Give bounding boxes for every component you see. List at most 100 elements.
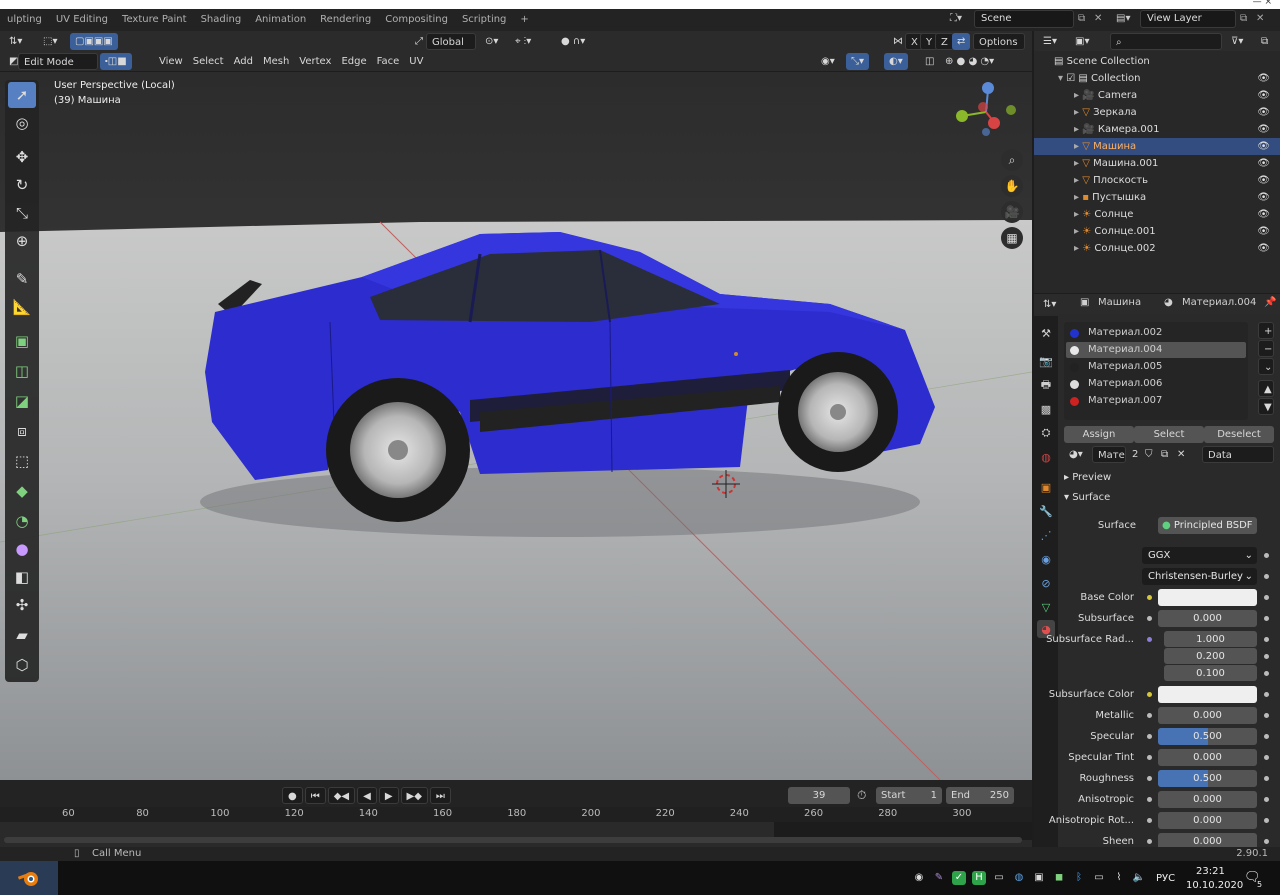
eye-icon[interactable]: 👁 bbox=[1257, 240, 1270, 257]
select-tool-icon[interactable]: ➚ bbox=[8, 82, 36, 108]
view-layer-delete-icon[interactable]: ✕ bbox=[1256, 13, 1264, 24]
outliner-item[interactable]: ▸ ▽ Машина 👁 bbox=[1034, 138, 1280, 155]
display-icon[interactable]: ▭ bbox=[992, 871, 1006, 885]
value-field[interactable]: 0.000 bbox=[1158, 707, 1257, 724]
material-slot[interactable]: Материал.004 bbox=[1066, 342, 1246, 358]
3d-viewport[interactable]: User Perspective (Local) (39) Машина ⌕ ✋… bbox=[0, 72, 1032, 780]
world-tab-icon[interactable]: ◍ bbox=[1037, 448, 1055, 466]
menu-view[interactable]: View bbox=[154, 53, 188, 70]
value-field[interactable]: 1.000 bbox=[1164, 631, 1257, 647]
socket-dot[interactable] bbox=[1147, 616, 1152, 621]
value-field[interactable]: 0.200 bbox=[1164, 648, 1257, 664]
play-icon[interactable]: ▶ bbox=[378, 787, 399, 804]
scene-field[interactable]: Scene bbox=[974, 10, 1074, 28]
measure-tool-icon[interactable]: 📐 bbox=[8, 294, 36, 320]
menu-edge[interactable]: Edge bbox=[336, 53, 371, 70]
workspace-tab[interactable]: ulpting bbox=[0, 9, 49, 31]
select-mode-icons[interactable]: ▢▣▣▣ bbox=[70, 33, 118, 50]
deselect-button[interactable]: Deselect bbox=[1204, 426, 1274, 443]
new-collection-icon[interactable]: ⧉ bbox=[1256, 33, 1273, 50]
view-layer-tab-icon[interactable]: ▩ bbox=[1037, 400, 1055, 418]
shrink-fatten-tool-icon[interactable]: ✣ bbox=[8, 592, 36, 618]
view-layer-new-icon[interactable]: ⧉ bbox=[1240, 13, 1247, 24]
view-layer-field[interactable]: View Layer bbox=[1140, 10, 1236, 28]
outliner-item[interactable]: ▸ ☀ Солнце.002 👁 bbox=[1034, 240, 1280, 257]
shear-tool-icon[interactable]: ▰ bbox=[8, 622, 36, 648]
workspace-tab[interactable]: Compositing bbox=[378, 9, 455, 31]
socket-dot[interactable] bbox=[1147, 692, 1152, 697]
scale-tool-icon[interactable]: ⤡ bbox=[8, 200, 36, 226]
move-slot-up-icon[interactable]: ▲ bbox=[1258, 380, 1274, 397]
menu-vertex[interactable]: Vertex bbox=[294, 53, 336, 70]
clock-time[interactable]: 23:21 bbox=[1196, 866, 1225, 877]
clock-date[interactable]: 10.10.2020 bbox=[1186, 880, 1243, 891]
perspective-grid-icon[interactable]: ▦ bbox=[1001, 227, 1023, 249]
outliner-item[interactable]: ▸ 🎥 Камера.001 👁 bbox=[1034, 121, 1280, 138]
visibility-icon[interactable]: ◉▾ bbox=[816, 53, 840, 70]
expand-arrow-icon[interactable]: ▸ bbox=[1074, 124, 1082, 135]
material-browse-icon[interactable]: ◕▾ bbox=[1064, 446, 1088, 463]
shading-mode-icons[interactable]: ⊕ ● ◕ ◔▾ bbox=[940, 53, 999, 70]
edge-slide-tool-icon[interactable]: ◧ bbox=[8, 564, 36, 590]
timeline-track[interactable]: 60 80 100 120 140 160 180 200 220 240 260 280 300 bbox=[0, 807, 1032, 847]
workspace-tab[interactable]: Animation bbox=[248, 9, 313, 31]
workspace-tab[interactable]: Texture Paint bbox=[115, 9, 194, 31]
gizmo-icon[interactable]: ⤡▾ bbox=[846, 53, 870, 70]
properties-editor-icon[interactable]: ⇅▾ bbox=[1038, 296, 1061, 313]
eye-icon[interactable]: 👁 bbox=[1257, 121, 1270, 138]
color-swatch[interactable] bbox=[1158, 686, 1257, 703]
current-frame-field[interactable]: 39 bbox=[788, 787, 850, 804]
duplicate-material-icon[interactable]: ⧉ bbox=[1156, 446, 1173, 463]
h-app-icon[interactable]: H bbox=[972, 871, 986, 885]
expand-arrow-icon[interactable]: ▸ bbox=[1074, 175, 1082, 186]
value-field[interactable]: 0.000 bbox=[1158, 791, 1257, 808]
rotate-tool-icon[interactable]: ↻ bbox=[8, 172, 36, 198]
transform-tool-icon[interactable]: ⊕ bbox=[8, 228, 36, 254]
subsurface-method-dropdown[interactable]: Christensen-Burley ⌄ bbox=[1142, 568, 1257, 585]
scene-delete-icon[interactable]: ✕ bbox=[1094, 13, 1102, 24]
display-mode-icon[interactable]: ▣▾ bbox=[1070, 33, 1094, 50]
link-data-dropdown[interactable]: Data bbox=[1202, 446, 1274, 463]
material-slot[interactable]: Материал.006 bbox=[1066, 376, 1246, 392]
check-app-icon[interactable]: ✓ bbox=[952, 871, 966, 885]
checkbox-icon[interactable]: ☑ bbox=[1066, 73, 1078, 84]
value-field[interactable]: 0.000 bbox=[1158, 610, 1257, 627]
camera-view-icon[interactable]: 🎥 bbox=[1001, 201, 1023, 223]
xray-icon[interactable]: ◫ bbox=[920, 53, 939, 70]
socket-dot[interactable] bbox=[1147, 637, 1152, 642]
gpu-icon[interactable]: ▣ bbox=[1032, 871, 1046, 885]
material-name-field[interactable]: Мате bbox=[1092, 446, 1126, 463]
bluetooth-icon[interactable]: ᛒ bbox=[1072, 871, 1086, 885]
bevel-tool-icon[interactable]: ◪ bbox=[8, 388, 36, 414]
workspace-tab[interactable]: Rendering bbox=[313, 9, 378, 31]
expand-arrow-icon[interactable]: ▸ bbox=[1074, 243, 1082, 254]
outliner-item[interactable]: ▸ ▽ Машина.001 👁 bbox=[1034, 155, 1280, 172]
color-swatch[interactable] bbox=[1158, 589, 1257, 606]
value-field[interactable]: 0.100 bbox=[1164, 665, 1257, 681]
value-field[interactable]: 0.500 bbox=[1158, 770, 1257, 787]
expand-arrow-icon[interactable]: ▸ bbox=[1074, 107, 1082, 118]
menu-uv[interactable]: UV bbox=[404, 53, 428, 70]
select-box-icon[interactable]: ⬚▾ bbox=[38, 33, 62, 50]
outliner-scene-collection[interactable]: ▤ Scene Collection bbox=[1034, 53, 1280, 70]
stopwatch-icon[interactable]: ⏱ bbox=[857, 788, 866, 803]
expand-arrow-icon[interactable]: ▸ bbox=[1074, 226, 1082, 237]
jump-start-icon[interactable]: ⏮ bbox=[304, 787, 326, 804]
surface-shader-field[interactable]: ● Principled BSDF bbox=[1158, 517, 1257, 534]
material-slot[interactable]: Материал.005 bbox=[1066, 359, 1246, 375]
eye-icon[interactable]: 👁 bbox=[1257, 70, 1270, 87]
orientation-dropdown[interactable]: Global bbox=[426, 33, 476, 50]
scene-new-icon[interactable]: ⧉ bbox=[1078, 13, 1085, 24]
outliner-item[interactable]: ▸ ▽ Плоскость 👁 bbox=[1034, 172, 1280, 189]
inset-tool-icon[interactable]: ◫ bbox=[8, 358, 36, 384]
unlink-material-icon[interactable]: ✕ bbox=[1172, 446, 1190, 463]
scene-tab-icon[interactable]: ⛭ bbox=[1037, 424, 1055, 442]
nvidia-icon[interactable]: ◼ bbox=[1052, 871, 1066, 885]
assign-button[interactable]: Assign bbox=[1064, 426, 1134, 443]
workspace-tab[interactable]: Scripting bbox=[455, 9, 513, 31]
material-slot[interactable]: Материал.007 bbox=[1066, 393, 1246, 409]
menu-add[interactable]: Add bbox=[229, 53, 258, 70]
record-icon[interactable]: ● bbox=[282, 787, 303, 804]
jump-end-icon[interactable]: ⏭ bbox=[429, 787, 451, 804]
timeline-scrollbar[interactable] bbox=[4, 837, 1022, 843]
